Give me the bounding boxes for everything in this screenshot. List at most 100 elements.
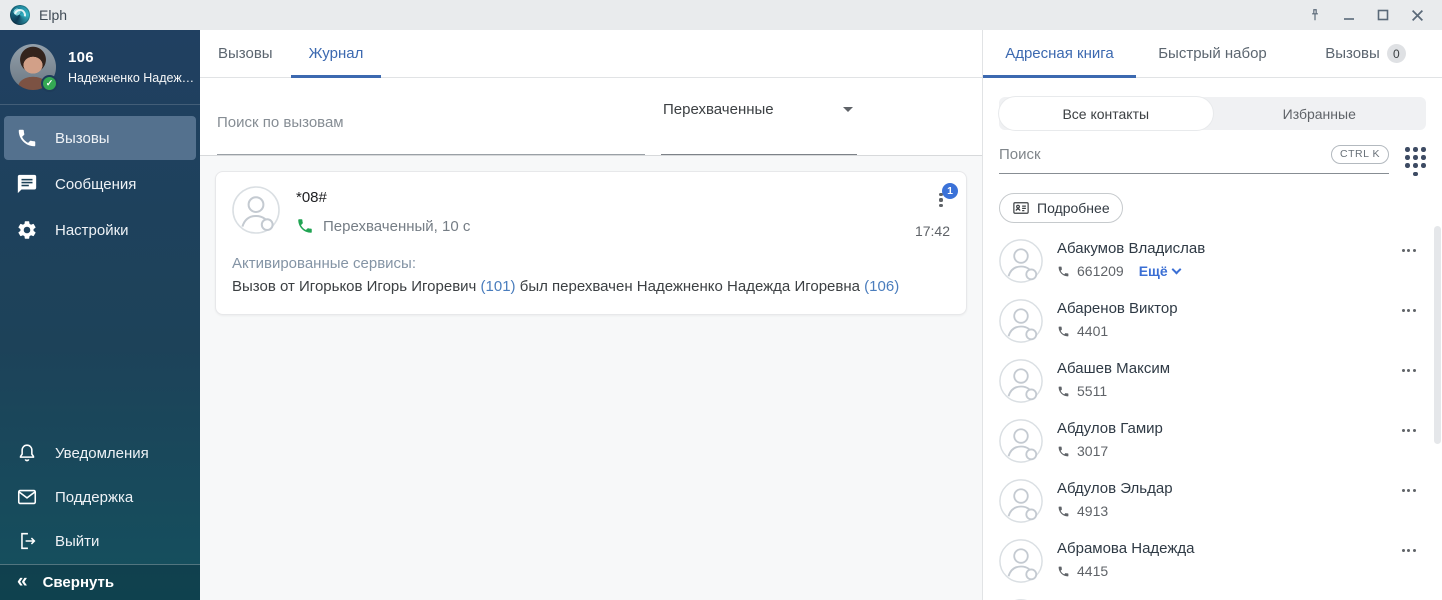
contact-name: Абашев Максим [1057,360,1170,377]
details-button-label: Подробнее [1037,200,1110,216]
call-number: *08# [296,189,470,206]
sidebar-item-settings[interactable]: Настройки [4,208,196,252]
app-logo-icon [10,5,30,25]
contact-avatar [999,479,1043,523]
sidebar-item-logout[interactable]: Выйти [4,520,196,562]
phone-icon [1057,265,1070,278]
sidebar-item-notifications[interactable]: Уведомления [4,432,196,474]
contact-menu-icon[interactable] [1402,305,1416,316]
phone-icon [1057,505,1070,518]
phone-icon [1057,385,1070,398]
journal-list: *08# Перехваченный, 10 с 1 [200,155,982,600]
chevrons-left-icon: « [17,572,28,591]
contact-menu-icon[interactable] [1402,425,1416,436]
maximize-icon[interactable] [1366,0,1400,30]
contact-name: Абдулов Эльдар [1057,480,1173,497]
extension-link[interactable]: (106) [864,278,899,295]
sidebar-item-calls[interactable]: Вызовы [4,116,196,160]
sidebar-item-label: Настройки [55,222,129,239]
gear-icon [16,219,38,241]
contact-avatar [999,539,1043,583]
more-label: Ещё [1139,263,1168,279]
contact-number: 661209 [1077,263,1124,279]
contact-avatar [232,186,280,234]
contact-row[interactable]: Абашев Максим 5511 [999,352,1416,412]
more-numbers-link[interactable]: Ещё [1139,263,1180,279]
sidebar-item-support[interactable]: Поддержка [4,476,196,518]
tab-address-book[interactable]: Адресная книга [983,30,1136,77]
contact-row[interactable]: Абдулов Гамир 3017 [999,412,1416,472]
app-title: Elph [39,7,67,23]
contact-row[interactable]: Абрамова Надежда 4415 [999,532,1416,592]
sidebar-item-label: Поддержка [55,489,133,506]
contact-menu-icon[interactable] [1402,545,1416,556]
tab-label: Адресная книга [1005,45,1114,62]
contact-name: Абаренов Виктор [1057,300,1178,317]
calls-tabs: Вызовы Журнал [200,30,982,78]
shortcut-badge: CTRL K [1331,145,1389,164]
tab-calls[interactable]: Вызовы [200,30,291,77]
services-label: Активированные сервисы: [232,252,950,275]
contact-row[interactable]: Абрамович Иван [999,592,1416,600]
titlebar: Elph [0,0,1442,30]
tab-calls-right[interactable]: Вызовы 0 [1289,30,1442,77]
intercepted-call-icon [296,217,314,235]
contact-avatar [999,239,1043,283]
tab-journal[interactable]: Журнал [291,30,382,77]
close-icon[interactable] [1400,0,1434,30]
sidebar-item-label: Вызовы [55,130,110,147]
segment-all-contacts[interactable]: Все контакты [999,97,1213,130]
service-text: был перехвачен Надежненко Надежда Игорев… [516,278,865,295]
contacts-search-row: CTRL K [999,145,1426,176]
tab-speed-dial[interactable]: Быстрый набор [1136,30,1289,77]
contacts-search-input[interactable] [999,146,1331,163]
contact-row[interactable]: Абаренов Виктор 4401 [999,292,1416,352]
calls-panel: Вызовы Журнал Перехваченные [200,30,982,600]
contact-avatar [999,419,1043,463]
contact-menu-icon[interactable] [1402,485,1416,496]
contact-number: 4913 [1077,503,1108,519]
chat-icon [16,173,38,195]
service-description: Вызов от Игорьков Игорь Игоревич (101) б… [232,275,950,298]
envelope-icon [16,486,38,508]
call-menu-icon[interactable]: 1 [932,190,950,210]
user-profile[interactable]: ✓ 106 Надежненко Надеж… [0,30,200,105]
window-controls [1298,0,1442,30]
contact-name: Абдулов Гамир [1057,420,1163,437]
collapse-label: Свернуть [43,574,115,591]
chevron-down-icon [843,107,853,112]
call-card[interactable]: *08# Перехваченный, 10 с 1 [215,171,967,315]
calls-search-row: Перехваченные [200,78,982,155]
calls-search-input[interactable] [217,99,645,155]
user-avatar: ✓ [10,44,56,90]
contacts-tabs: Адресная книга Быстрый набор Вызовы 0 [983,30,1442,78]
collapse-sidebar-button[interactable]: « Свернуть [0,564,200,600]
sidebar-item-messages[interactable]: Сообщения [4,162,196,206]
call-status: Перехваченный, 10 с [323,218,470,235]
contact-row[interactable]: Абдулов Эльдар 4913 [999,472,1416,532]
tab-label: Вызовы [1325,45,1380,62]
pin-icon[interactable] [1298,0,1332,30]
call-time: 17:42 [915,223,950,239]
contact-menu-icon[interactable] [1402,245,1416,256]
contact-number: 4415 [1077,563,1108,579]
phone-icon [16,127,38,149]
details-button[interactable]: Подробнее [999,193,1123,223]
contact-name: Абрамова Надежда [1057,540,1194,557]
sidebar-bottom-menu: Уведомления Поддержка Выйти [0,421,200,564]
calls-filter-select[interactable]: Перехваченные [661,99,857,155]
chevron-down-icon [1171,264,1181,274]
contact-menu-icon[interactable] [1402,365,1416,376]
segment-favorites[interactable]: Избранные [1213,97,1427,130]
contact-number: 5511 [1077,383,1107,399]
contacts-segmented-control: Все контакты Избранные [999,97,1426,130]
contacts-panel: Адресная книга Быстрый набор Вызовы 0 Вс… [982,30,1442,600]
phone-icon [1057,445,1070,458]
service-text: Вызов от Игорьков Игорь Игоревич [232,278,481,295]
dialpad-icon[interactable] [1405,147,1426,176]
scrollbar-thumb[interactable] [1434,226,1441,444]
minimize-icon[interactable] [1332,0,1366,30]
extension-link[interactable]: (101) [481,278,516,295]
calls-count-badge: 0 [1387,44,1406,63]
contact-row[interactable]: Абакумов Владислав 661209 Ещё [999,232,1416,292]
